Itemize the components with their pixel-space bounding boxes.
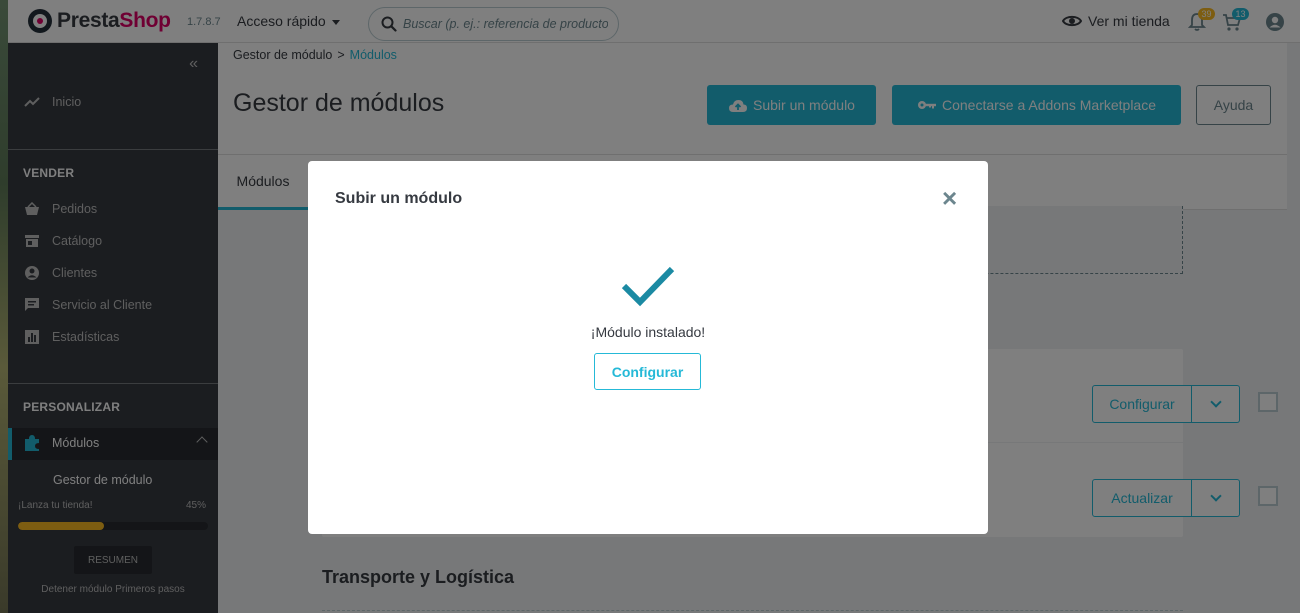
close-icon[interactable]: × (942, 185, 957, 211)
desktop-background-strip (0, 0, 8, 613)
checkmark-icon (621, 266, 675, 307)
install-success-message: ¡Módulo instalado! (590, 324, 706, 340)
modal-title: Subir un módulo (335, 190, 463, 207)
upload-module-modal: Subir un módulo × ¡Módulo instalado! Con… (308, 161, 988, 534)
modal-configure-button[interactable]: Configurar (594, 353, 701, 390)
